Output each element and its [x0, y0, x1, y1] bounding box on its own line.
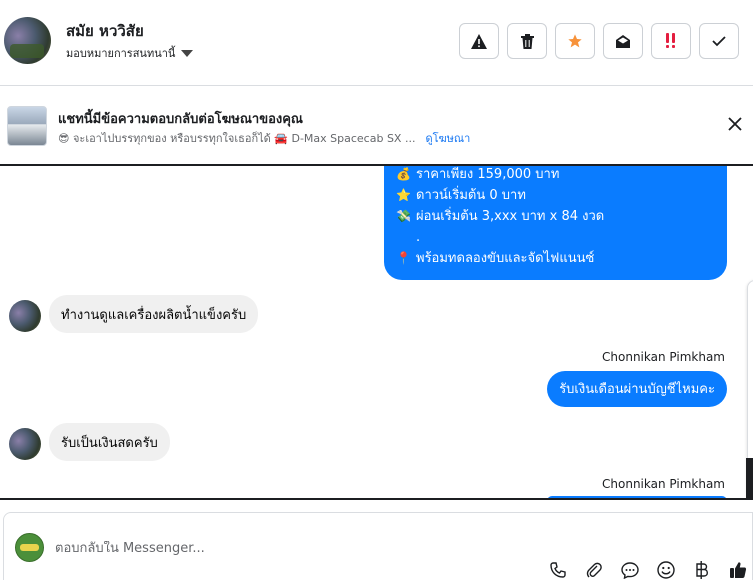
- promo-line: 📍 พร้อมทดลองขับและจัดไฟแนนซ์: [396, 248, 715, 269]
- trash-icon: [520, 33, 534, 49]
- page-avatar: [15, 533, 44, 562]
- ad-banner-title: แชทนี้มีข้อความตอบกลับต่อโฆษณาของคุณ: [58, 112, 303, 127]
- contact-avatar-small[interactable]: [9, 428, 41, 460]
- promo-line: ⭐ ดาวน์เริ่มต้น 0 บาท: [396, 185, 715, 206]
- incoming-message[interactable]: รับเป็นเงินสดครับ: [49, 423, 170, 461]
- emoji-icon: [657, 561, 675, 579]
- report-spam-button[interactable]: [459, 23, 499, 59]
- assign-label: มอบหมายการสนทนานี้: [66, 47, 176, 60]
- incoming-message[interactable]: ทำงานดูแลเครื่องผลิตน้ำแข็งครับ: [49, 295, 259, 333]
- baht-icon: [696, 561, 709, 579]
- saved-replies-button[interactable]: [619, 560, 641, 580]
- money-bag-icon: 💰: [396, 167, 411, 181]
- mark-unread-button[interactable]: [603, 23, 643, 59]
- promo-line: .: [396, 227, 715, 248]
- phone-icon: [550, 562, 566, 578]
- call-button[interactable]: [547, 560, 569, 580]
- reply-input[interactable]: [55, 541, 655, 556]
- pushpin-icon: 📍: [396, 251, 411, 265]
- ad-description: 😎 จะเอาไปบรรทุกของ หรือบรรทุกใจเธอก็ได้ …: [58, 132, 416, 145]
- ad-reply-banner: แชทนี้มีข้อความตอบกลับต่อโฆษณาของคุณ 😎 จ…: [0, 86, 753, 166]
- promo-line: 💸 ผ่อนเริ่มต้น 3,xxx บาท x 84 งวด: [396, 206, 715, 227]
- promo-line: 💰 ราคาเพียง 159,000 บาท: [396, 166, 715, 185]
- paperclip-icon: [586, 562, 602, 578]
- envelope-open-icon: [616, 34, 630, 48]
- scroll-indicator[interactable]: [746, 458, 753, 498]
- contact-avatar[interactable]: [4, 17, 51, 64]
- outgoing-message[interactable]: รับเงินเดือนผ่านบัญชีไหมคะ: [547, 371, 727, 407]
- warning-icon: [471, 33, 487, 49]
- emoji-button[interactable]: [655, 560, 677, 580]
- delete-button[interactable]: [507, 23, 547, 59]
- promo-line-text: ดาวน์เริ่มต้น 0 บาท: [416, 188, 526, 203]
- sender-name: Chonnikan Pimkham: [602, 350, 725, 364]
- follow-up-button[interactable]: [651, 23, 691, 59]
- view-ad-link[interactable]: ดูโฆษณา: [425, 129, 470, 147]
- contact-avatar-small[interactable]: [9, 300, 41, 332]
- money-wings-icon: 💸: [396, 209, 411, 223]
- exclamation-icon: [666, 33, 675, 48]
- close-icon[interactable]: [727, 116, 743, 132]
- promo-line-text: .: [416, 230, 421, 245]
- ad-thumbnail[interactable]: [7, 106, 47, 146]
- star-icon: ⭐: [396, 188, 411, 202]
- reply-toolbar: [547, 560, 749, 580]
- attach-button[interactable]: [583, 560, 605, 580]
- outgoing-promo-message[interactable]: 💰 ราคาเพียง 159,000 บาท ⭐ ดาวน์เริ่มต้น 0 …: [384, 166, 727, 280]
- contact-name[interactable]: สมัย หววิสัย: [66, 19, 144, 43]
- like-button[interactable]: [727, 560, 749, 580]
- message-thread[interactable]: 💰 ราคาเพียง 159,000 บาท ⭐ ดาวน์เริ่มต้น 0 …: [0, 166, 753, 498]
- caret-down-icon: [181, 50, 194, 57]
- checkmark-icon: [712, 36, 726, 47]
- promo-line-text: ผ่อนเริ่มต้น 3,xxx บาท x 84 งวด: [416, 209, 605, 224]
- promo-line-text: พร้อมทดลองขับและจัดไฟแนนซ์: [416, 251, 595, 266]
- saved-reply-icon: [621, 561, 639, 579]
- payment-button[interactable]: [691, 560, 713, 580]
- promo-line-text: ราคาเพียง 159,000 บาท: [416, 167, 560, 182]
- star-button[interactable]: [555, 23, 595, 59]
- header-actions: [459, 23, 739, 59]
- mark-done-button[interactable]: [699, 23, 739, 59]
- star-icon: [568, 34, 582, 48]
- ad-banner-subtitle: 😎 จะเอาไปบรรทุกของ หรือบรรทุกใจเธอก็ได้ …: [58, 129, 470, 147]
- thumbs-up-icon: [730, 562, 747, 578]
- sender-name: Chonnikan Pimkham: [602, 477, 725, 491]
- assign-conversation-dropdown[interactable]: มอบหมายการสนทนานี้: [66, 44, 194, 62]
- conversation-header: สมัย หววิสัย มอบหมายการสนทนานี้: [0, 0, 753, 86]
